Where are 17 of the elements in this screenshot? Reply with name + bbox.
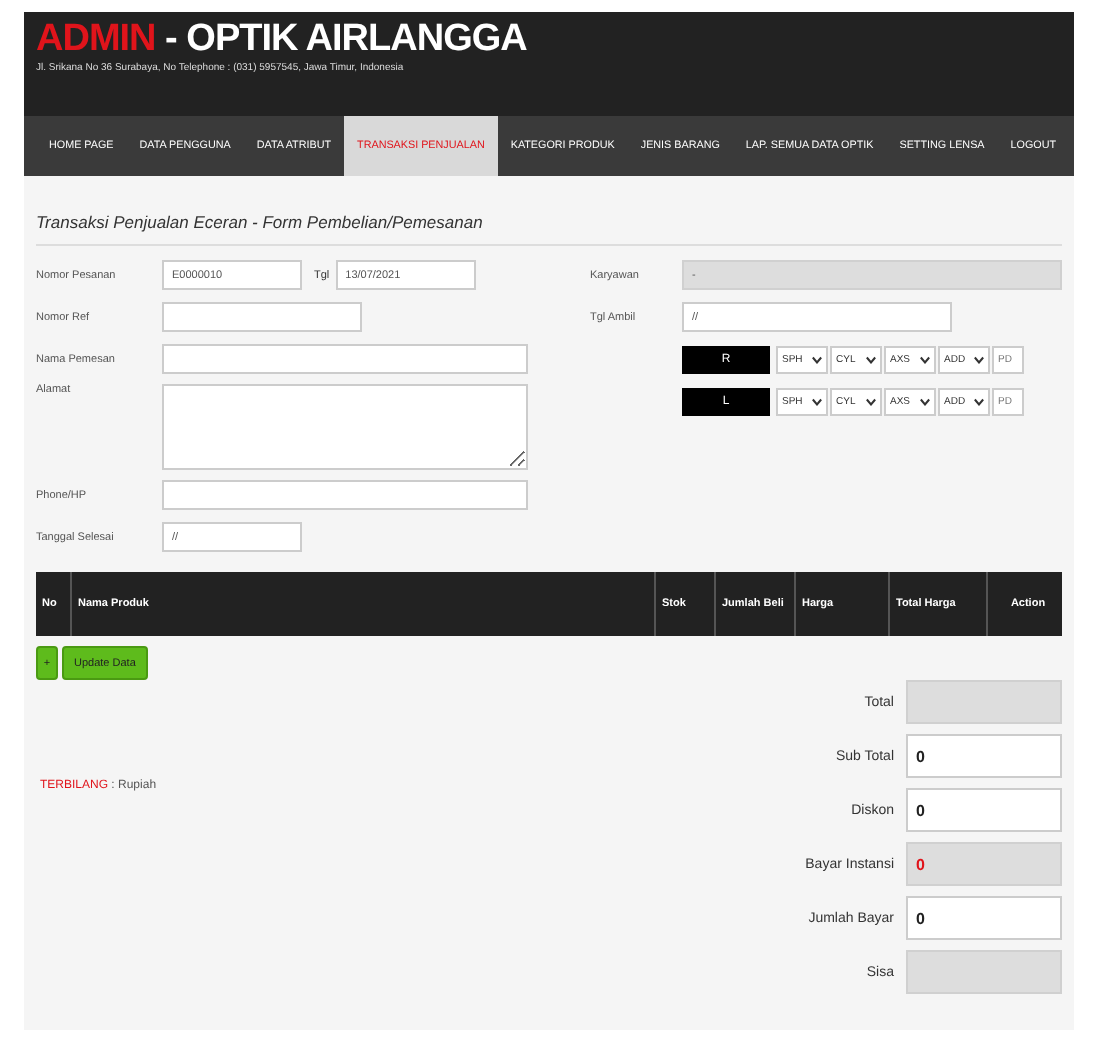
input-field[interactable]: 0 [906, 734, 1062, 778]
input-field[interactable] [162, 302, 362, 332]
text-area[interactable] [162, 384, 528, 470]
caret-icon [866, 397, 876, 405]
caret-icon [920, 397, 930, 405]
input-field[interactable]: 0 [906, 896, 1062, 940]
input-field[interactable]: 0 [906, 788, 1062, 832]
form-title: Transaksi Penjualan Eceran - Form Pembelian/Pemesanan [36, 196, 1062, 246]
caret-icon [920, 355, 930, 363]
caret-icon [866, 355, 876, 363]
caret-icon [812, 397, 822, 405]
caret-icon [812, 355, 822, 363]
site-title: ADMIN - OPTIK AIRLANGGA [36, 20, 529, 60]
input-field[interactable] [162, 480, 528, 510]
caret-icon [974, 397, 984, 405]
caret-icon [974, 355, 984, 363]
input-field[interactable] [162, 344, 528, 374]
